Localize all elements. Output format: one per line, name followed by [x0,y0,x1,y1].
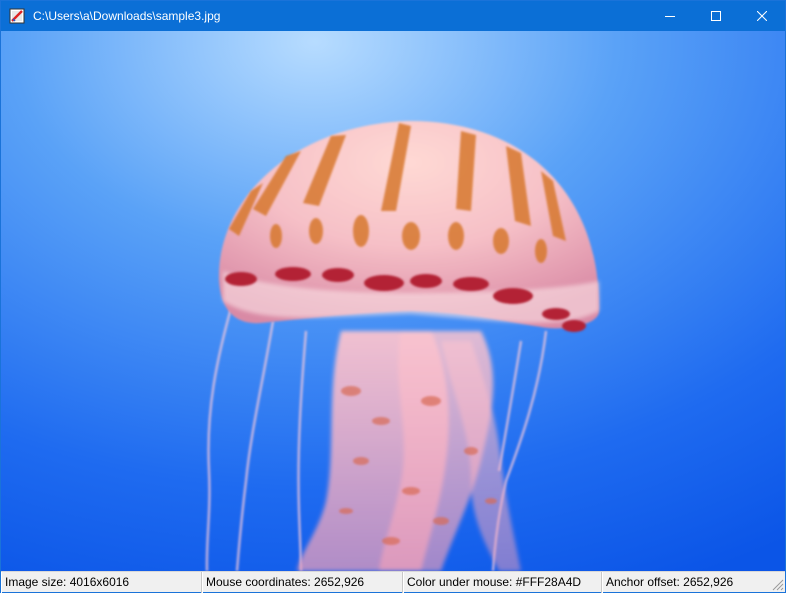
status-mouse-coordinates: Mouse coordinates: 2652,926 [202,572,403,593]
maximize-button[interactable] [693,1,739,31]
image-canvas[interactable] [1,31,785,571]
resize-grip-icon[interactable] [771,578,784,591]
window-controls [647,1,785,31]
status-color-under-mouse: Color under mouse: #FFF28A4D [403,572,602,593]
status-image-size: Image size: 4016x6016 [1,572,202,593]
image-viewer-window: C:\Users\a\Downloads\sample3.jpg Image s… [0,0,786,593]
title-bar[interactable]: C:\Users\a\Downloads\sample3.jpg [1,1,785,31]
minimize-button[interactable] [647,1,693,31]
status-anchor-offset: Anchor offset: 2652,926 [602,572,770,593]
jellyfish-photo [1,31,785,571]
close-icon [757,11,767,21]
status-bar: Image size: 4016x6016 Mouse coordinates:… [1,571,785,593]
minimize-icon [665,16,675,17]
close-button[interactable] [739,1,785,31]
app-icon[interactable] [9,8,25,24]
window-title: C:\Users\a\Downloads\sample3.jpg [33,9,221,23]
maximize-icon [711,11,721,21]
